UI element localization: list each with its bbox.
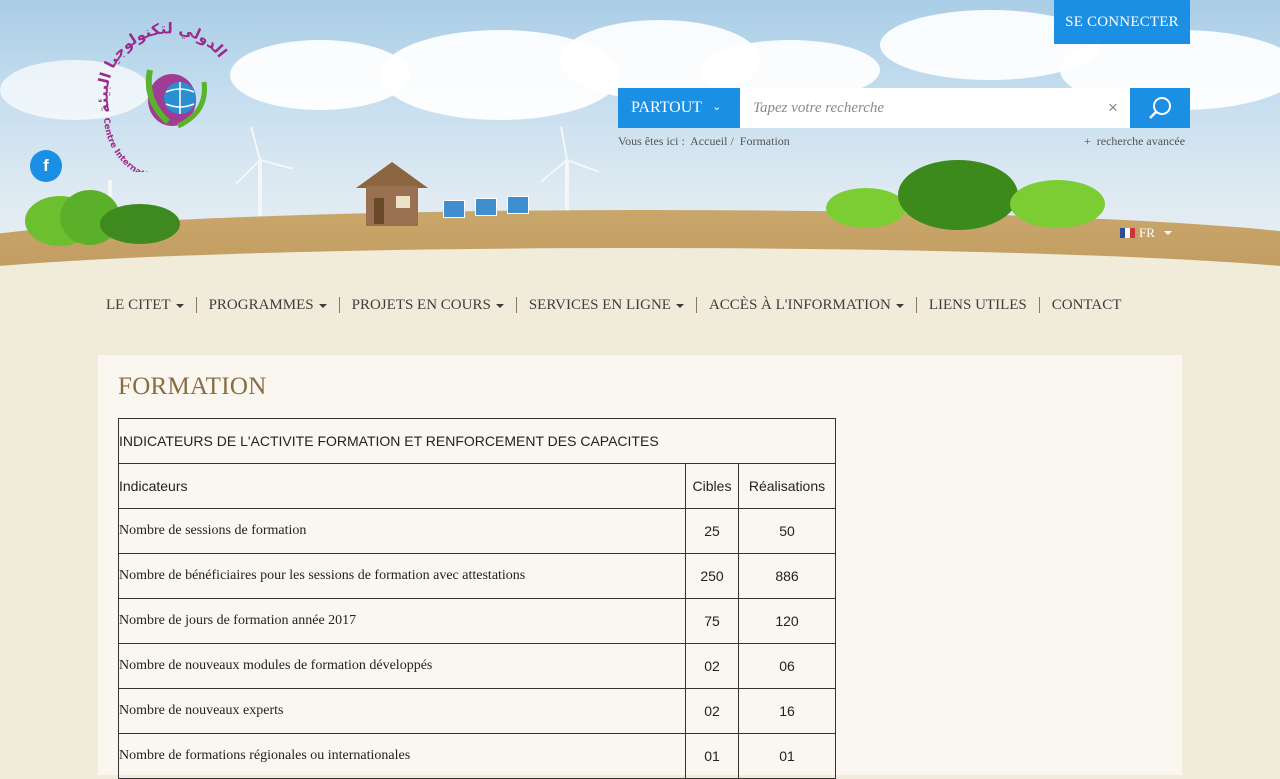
achieved-cell: 06 xyxy=(738,643,836,689)
achieved-cell: 886 xyxy=(738,553,836,599)
turbine-blade xyxy=(560,126,568,161)
indicator-cell: Nombre de nouveaux modules de formation … xyxy=(118,643,686,689)
achieved-cell: 50 xyxy=(738,508,836,554)
indicator-cell: Nombre de bénéficiaires pour les session… xyxy=(118,553,686,599)
nav-item-le-citet[interactable]: LE CITET xyxy=(94,293,196,317)
content-panel: FORMATION INDICATEURS DE L'ACTIVITE FORM… xyxy=(98,355,1182,779)
table-caption: INDICATEURS DE L'ACTIVITE FORMATION ET R… xyxy=(118,418,836,464)
chevron-down-icon: ⌄ xyxy=(712,101,722,113)
table-row: Nombre de formations régionales ou inter… xyxy=(118,733,836,779)
table-row: Nombre de bénéficiaires pour les session… xyxy=(118,553,836,599)
nav-label: SERVICES EN LIGNE xyxy=(528,297,671,313)
bush xyxy=(826,188,906,228)
advanced-search-label: recherche avancée xyxy=(1096,134,1186,148)
language-label: FR xyxy=(1139,225,1155,240)
nav-label: LE CITET xyxy=(106,297,171,313)
nav-label: LIENS UTILES xyxy=(928,297,1027,313)
table-row: Nombre de nouveaux experts 02 16 xyxy=(118,688,836,734)
flag-fr-icon xyxy=(1120,228,1135,238)
target-cell: 250 xyxy=(685,553,739,599)
breadcrumb-home-link[interactable]: Accueil xyxy=(690,134,727,148)
caret-down-icon xyxy=(675,303,684,308)
main-nav: LE CITET PROGRAMMES PROJETS EN COURS SER… xyxy=(94,293,1133,317)
target-cell: 02 xyxy=(685,643,739,689)
turbine-blade xyxy=(566,159,600,173)
nav-label: PROGRAMMES xyxy=(208,297,314,313)
nav-item-contact[interactable]: CONTACT xyxy=(1040,293,1134,317)
table-row: Nombre de jours de formation année 2017 … xyxy=(118,598,836,644)
column-header-cibles: Cibles xyxy=(685,463,739,509)
search-scope-dropdown[interactable]: PARTOUT ⌄ xyxy=(618,88,740,128)
column-header-realisations: Réalisations xyxy=(738,463,836,509)
bush xyxy=(100,204,180,244)
table-row: Nombre de nouveaux modules de formation … xyxy=(118,643,836,689)
indicator-cell: Nombre de sessions de formation xyxy=(118,508,686,554)
solar-panel xyxy=(475,198,497,216)
achieved-cell: 120 xyxy=(738,598,836,644)
close-icon[interactable]: × xyxy=(1108,88,1118,128)
bush xyxy=(898,160,1018,230)
caret-down-icon xyxy=(895,303,904,308)
breadcrumb-separator: / xyxy=(730,134,734,148)
caret-down-icon xyxy=(318,303,327,308)
nav-item-liens-utiles[interactable]: LIENS UTILES xyxy=(917,293,1039,317)
language-selector[interactable]: FR xyxy=(1120,225,1172,241)
nav-item-programmes[interactable]: PROGRAMMES xyxy=(197,293,339,317)
turbine-blade xyxy=(250,126,261,161)
table-row: Nombre de sessions de formation 25 50 xyxy=(118,508,836,554)
achieved-cell: 16 xyxy=(738,688,836,734)
bush xyxy=(1010,180,1105,228)
page-title: FORMATION xyxy=(118,373,267,400)
caret-down-icon xyxy=(1163,231,1172,235)
breadcrumb-current: Formation xyxy=(739,134,790,148)
nav-item-projets-en-cours[interactable]: PROJETS EN COURS xyxy=(340,293,516,317)
indicator-cell: Nombre de formations régionales ou inter… xyxy=(118,733,686,779)
search-icon xyxy=(1149,97,1171,119)
facebook-icon[interactable]: f xyxy=(30,150,62,182)
nav-label: CONTACT xyxy=(1051,297,1122,313)
target-cell: 25 xyxy=(685,508,739,554)
caret-down-icon xyxy=(175,303,184,308)
indicator-cell: Nombre de nouveaux experts xyxy=(118,688,686,734)
turbine-blade xyxy=(259,159,294,170)
solar-panel xyxy=(507,196,529,214)
breadcrumb: Vous êtes ici : Accueil / Formation xyxy=(618,134,793,149)
solar-panel xyxy=(443,200,465,218)
indicators-table: INDICATEURS DE L'ACTIVITE FORMATION ET R… xyxy=(118,418,836,779)
target-cell: 75 xyxy=(685,598,739,644)
target-cell: 01 xyxy=(685,733,739,779)
nav-item-services-en-ligne[interactable]: SERVICES EN LIGNE xyxy=(517,293,696,317)
indicator-cell: Nombre de jours de formation année 2017 xyxy=(118,598,686,644)
plus-icon: + xyxy=(1084,134,1091,148)
column-header-indicateurs: Indicateurs xyxy=(118,463,686,509)
header-banner: مركز تونس الدولي لتكنولوجيا البيئة Centr… xyxy=(0,0,1280,278)
search-input[interactable] xyxy=(740,88,1130,128)
nav-label: PROJETS EN COURS xyxy=(351,297,491,313)
nav-item-acces-information[interactable]: ACCÈS À L'INFORMATION xyxy=(697,293,916,317)
nav-label: ACCÈS À L'INFORMATION xyxy=(708,297,891,313)
search-button[interactable] xyxy=(1130,88,1190,128)
advanced-search-link[interactable]: + recherche avancée xyxy=(1084,134,1185,149)
table-header-row: Indicateurs Cibles Réalisations xyxy=(118,463,836,509)
house-illustration xyxy=(356,162,428,226)
turbine-blade xyxy=(540,159,568,183)
svg-text:Centre International: Centre International xyxy=(101,117,167,172)
caret-down-icon xyxy=(495,303,504,308)
target-cell: 02 xyxy=(685,688,739,734)
breadcrumb-prefix: Vous êtes ici : xyxy=(618,134,685,148)
search-scope-label: PARTOUT xyxy=(631,99,703,116)
login-button[interactable]: SE CONNECTER xyxy=(1054,0,1190,44)
achieved-cell: 01 xyxy=(738,733,836,779)
table-caption-row: INDICATEURS DE L'ACTIVITE FORMATION ET R… xyxy=(118,418,836,464)
citet-logo[interactable]: مركز تونس الدولي لتكنولوجيا البيئة Centr… xyxy=(92,22,244,172)
